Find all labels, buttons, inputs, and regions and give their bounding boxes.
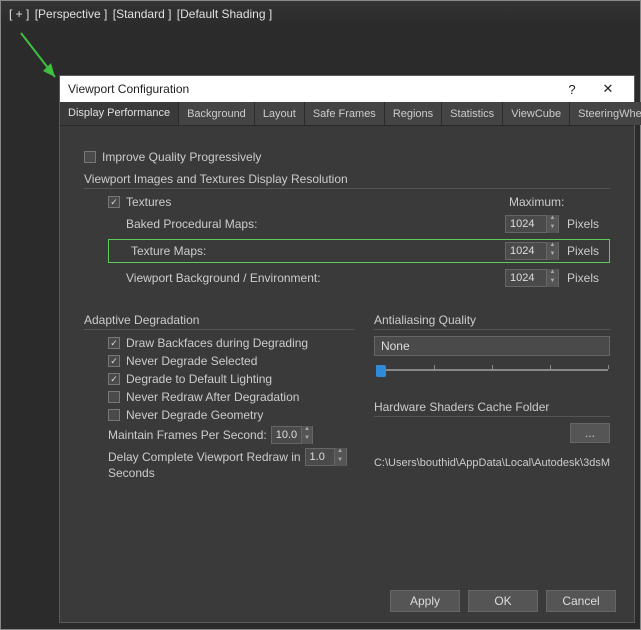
dialog-content: Improve Quality Progressively Viewport I… [60, 126, 634, 580]
top-perspective[interactable]: [Perspective ] [35, 7, 108, 21]
delay-value: 1.0 [306, 451, 334, 463]
never-degrade-geom-label: Never Degrade Geometry [126, 408, 263, 422]
dialog-titlebar[interactable]: Viewport Configuration ? ✕ [60, 76, 634, 102]
ok-button[interactable]: OK [468, 590, 538, 612]
dialog-title: Viewport Configuration [68, 82, 554, 96]
adaptive-degradation-group: Adaptive Degradation Draw Backfaces duri… [84, 305, 354, 484]
viewport-bg-spinner[interactable]: 1024 ▲▼ [505, 269, 559, 287]
never-redraw-checkbox[interactable] [108, 391, 120, 403]
textures-checkbox[interactable] [108, 196, 120, 208]
texture-maps-label: Texture Maps: [113, 244, 499, 258]
pixels-unit: Pixels [565, 244, 599, 258]
tab-strip: Display Performance Background Layout Sa… [60, 102, 634, 126]
viewport-config-dialog: Viewport Configuration ? ✕ Display Perfo… [59, 75, 635, 623]
baked-maps-label: Baked Procedural Maps: [108, 217, 499, 231]
improve-quality-label: Improve Quality Progressively [102, 150, 261, 164]
help-button[interactable]: ? [554, 76, 590, 102]
top-shading[interactable]: [Default Shading ] [177, 7, 272, 21]
texture-maps-highlighted-row: Texture Maps: 1024 ▲▼ Pixels [108, 239, 610, 263]
fps-spinner[interactable]: 10.0▲▼ [271, 426, 313, 444]
spinner-arrows-icon[interactable]: ▲▼ [546, 242, 558, 260]
cache-path: C:\Users\bouthid\AppData\Local\Autodesk\… [374, 457, 610, 469]
texture-maps-spinner[interactable]: 1024 ▲▼ [505, 242, 559, 260]
browse-button[interactable]: ... [570, 423, 610, 443]
degrade-lighting-checkbox[interactable] [108, 373, 120, 385]
draw-backfaces-checkbox[interactable] [108, 337, 120, 349]
tab-statistics[interactable]: Statistics [442, 102, 503, 125]
texture-maps-value: 1024 [506, 245, 546, 257]
degrade-lighting-label: Degrade to Default Lighting [126, 372, 272, 386]
never-degrade-geom-checkbox[interactable] [108, 409, 120, 421]
textures-label: Textures [126, 195, 171, 209]
improve-quality-row: Improve Quality Progressively [84, 150, 610, 164]
resolution-grid: Textures Maximum: Baked Procedural Maps:… [108, 195, 610, 287]
viewport-bg-value: 1024 [506, 272, 546, 284]
tab-layout[interactable]: Layout [255, 102, 305, 125]
spinner-arrows-icon[interactable]: ▲▼ [546, 215, 558, 233]
cache-title: Hardware Shaders Cache Folder [374, 400, 610, 417]
slider-thumb-icon[interactable] [376, 365, 386, 377]
aa-slider[interactable] [376, 362, 608, 378]
never-degrade-selected-label: Never Degrade Selected [126, 354, 257, 368]
tab-display-performance[interactable]: Display Performance [60, 102, 179, 125]
tab-regions[interactable]: Regions [385, 102, 442, 125]
maintain-fps-label: Maintain Frames Per Second: [108, 428, 267, 442]
maximum-label: Maximum: [505, 195, 610, 209]
spinner-arrows-icon[interactable]: ▲▼ [301, 426, 312, 444]
baked-maps-spinner[interactable]: 1024 ▲▼ [505, 215, 559, 233]
aa-title: Antialiasing Quality [374, 313, 610, 330]
baked-maps-value: 1024 [506, 218, 546, 230]
tab-viewcube[interactable]: ViewCube [503, 102, 570, 125]
never-redraw-label: Never Redraw After Degradation [126, 390, 299, 404]
tab-background[interactable]: Background [179, 102, 255, 125]
viewport-label-bar: [ + ] [Perspective ] [Standard ] [Defaul… [1, 1, 640, 27]
pixels-unit: Pixels [565, 271, 599, 285]
apply-button[interactable]: Apply [390, 590, 460, 612]
viewport-bg-label: Viewport Background / Environment: [108, 271, 499, 285]
draw-backfaces-label: Draw Backfaces during Degrading [126, 336, 308, 350]
resolution-group-title: Viewport Images and Textures Display Res… [84, 172, 610, 189]
spinner-arrows-icon[interactable]: ▲▼ [546, 269, 558, 287]
close-button[interactable]: ✕ [590, 76, 626, 102]
aa-quality-dropdown[interactable]: None [374, 336, 610, 356]
delay-redraw-label-1: Delay Complete Viewport Redraw in [108, 450, 301, 464]
dialog-footer: Apply OK Cancel [60, 580, 634, 622]
fps-value: 10.0 [272, 429, 301, 441]
never-degrade-selected-checkbox[interactable] [108, 355, 120, 367]
spinner-arrows-icon[interactable]: ▲▼ [334, 448, 346, 466]
annotation-arrow [19, 31, 59, 81]
top-plus[interactable]: [ + ] [9, 7, 29, 21]
delay-spinner[interactable]: 1.0▲▼ [305, 448, 347, 466]
tab-safe-frames[interactable]: Safe Frames [305, 102, 385, 125]
delay-redraw-label-2: Seconds [108, 466, 155, 480]
tab-steeringwheels[interactable]: SteeringWheels [570, 102, 641, 125]
improve-quality-checkbox[interactable] [84, 151, 96, 163]
cancel-button[interactable]: Cancel [546, 590, 616, 612]
right-column: Antialiasing Quality None Hardware Shade… [374, 305, 610, 484]
pixels-unit: Pixels [565, 217, 599, 231]
top-standard[interactable]: [Standard ] [113, 7, 172, 21]
adaptive-title: Adaptive Degradation [84, 313, 354, 330]
